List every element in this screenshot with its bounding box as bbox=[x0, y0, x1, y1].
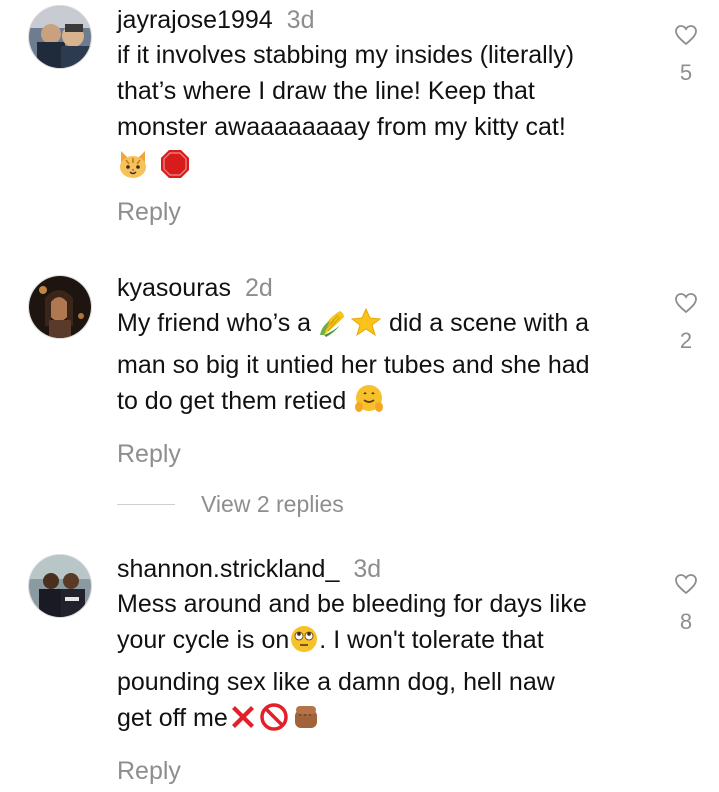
no-entry-emoji bbox=[258, 702, 290, 742]
comment-line: get off me bbox=[117, 700, 657, 742]
comment-text: Mess around and be bleeding for days lik… bbox=[117, 586, 657, 742]
stop-sign-emoji bbox=[159, 148, 191, 185]
comment-line: to do get them retied bbox=[117, 383, 657, 425]
like-count: 8 bbox=[679, 609, 693, 634]
comment-line-text: . I won't tolerate that bbox=[319, 626, 544, 654]
comment-line-text: your cycle is on bbox=[117, 626, 290, 654]
corn-emoji bbox=[318, 307, 350, 347]
heart-icon[interactable] bbox=[668, 573, 704, 595]
avatar[interactable] bbox=[28, 5, 92, 69]
reply-button[interactable]: Reply bbox=[117, 439, 657, 469]
comment-line-text: to do get them retied bbox=[117, 387, 354, 415]
timestamp: 2d bbox=[244, 274, 273, 302]
eye-roll-emoji bbox=[289, 624, 319, 664]
comment-line: that’s where I draw the line! Keep that bbox=[117, 77, 535, 105]
comment-line-text: get off me bbox=[117, 704, 228, 732]
reply-button[interactable]: Reply bbox=[117, 197, 657, 227]
comment-line-text: did a scene with a bbox=[382, 309, 590, 337]
melting-hug-emoji bbox=[353, 383, 385, 425]
comment-line: pounding sex like a damn dog, hell naw bbox=[117, 668, 555, 696]
username[interactable]: jayrajose1994 bbox=[117, 6, 273, 34]
divider bbox=[117, 503, 175, 505]
timestamp: 3d bbox=[286, 6, 315, 34]
view-replies-label[interactable]: View 2 replies bbox=[201, 491, 344, 518]
timestamp: 3d bbox=[353, 555, 382, 583]
like-count: 5 bbox=[679, 60, 693, 85]
heart-icon[interactable] bbox=[668, 24, 704, 46]
comment-line: your cycle is on . I won't tolerate that bbox=[117, 622, 657, 664]
comment-text: My friend who’s a did a scene with a man… bbox=[117, 305, 657, 425]
view-replies-button[interactable]: View 2 replies bbox=[117, 490, 344, 518]
comment-line-text: My friend who’s a bbox=[117, 309, 319, 337]
username[interactable]: shannon.strickland_ bbox=[117, 555, 339, 583]
comment-line: if it involves stabbing my insides (lite… bbox=[117, 41, 575, 69]
cross-mark-emoji bbox=[228, 702, 258, 742]
comment-line: My friend who’s a did a scene with a bbox=[117, 305, 657, 347]
comment-line: Mess around and be bleeding for days lik… bbox=[117, 590, 587, 618]
comment-line: monster awaaaaaaaay from my kitty cat! bbox=[117, 113, 566, 141]
reply-button[interactable]: Reply bbox=[117, 756, 657, 786]
username[interactable]: kyasouras bbox=[117, 274, 231, 302]
star-emoji bbox=[350, 307, 382, 347]
comment-line: man so big it untied her tubes and she h… bbox=[117, 351, 590, 379]
avatar[interactable] bbox=[28, 554, 92, 618]
cat-face-emoji bbox=[117, 148, 149, 185]
avatar[interactable] bbox=[28, 275, 92, 339]
heart-icon[interactable] bbox=[668, 292, 704, 314]
fist-emoji bbox=[290, 702, 322, 742]
comment-text: if it involves stabbing my insides (lite… bbox=[117, 37, 657, 145]
like-count: 2 bbox=[679, 328, 693, 353]
